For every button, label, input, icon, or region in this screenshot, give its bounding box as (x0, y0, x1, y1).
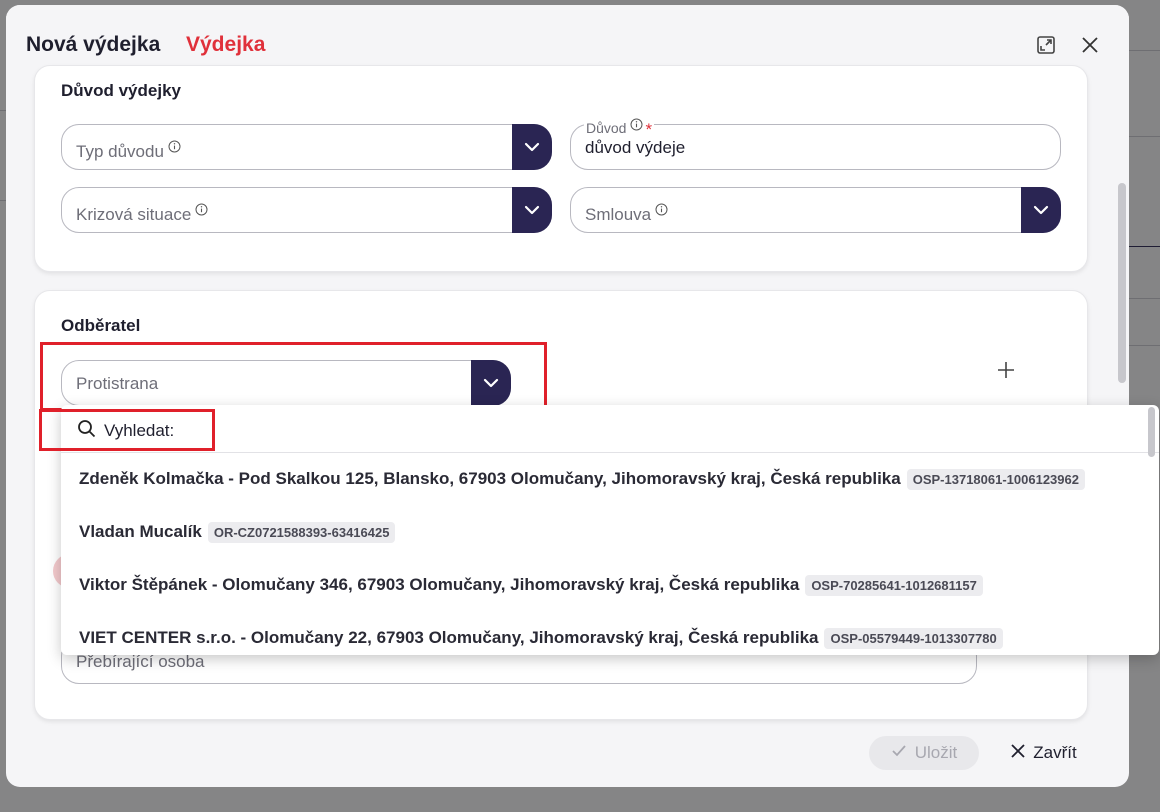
dropdown-option[interactable]: Zdeněk Kolmačka - Pod Skalkou 125, Blans… (79, 464, 1085, 494)
search-label: Vyhledat: (104, 421, 175, 440)
info-icon (195, 201, 208, 221)
chevron-down-icon[interactable] (1021, 187, 1061, 233)
chevron-down-icon[interactable] (512, 187, 552, 233)
reason-label: Důvod (586, 120, 627, 136)
close-icon (1011, 743, 1025, 763)
dropdown-search[interactable]: Vyhledat: (77, 419, 174, 443)
new-issue-modal: Nová výdejka Výdejka Důvod výdejky Typ d… (6, 5, 1129, 787)
recipient-section-title: Odběratel (61, 316, 141, 335)
option-code: OSP-13718061-1006123962 (906, 468, 1085, 490)
option-name: VIET CENTER s.r.o. - Olomučany 22, 67903… (79, 628, 819, 647)
close-button-label: Zavřít (1033, 743, 1077, 762)
dropdown-scrollbar[interactable] (1148, 407, 1155, 457)
close-button[interactable]: Zavřít (999, 736, 1089, 770)
save-button[interactable]: Uložit (869, 736, 979, 770)
counterparty-placeholder: Protistrana (76, 374, 159, 393)
counterparty-dropdown: Vyhledat: Zdeněk Kolmačka - Pod Skalkou … (61, 405, 1159, 655)
required-asterisk: * (645, 120, 653, 139)
option-name: Vladan Mucalík (79, 522, 202, 541)
chevron-down-icon[interactable] (512, 124, 552, 170)
expand-icon[interactable] (1034, 33, 1058, 57)
dropdown-option[interactable]: Vladan Mucalík OR-CZ0721588393-63416425 (79, 517, 396, 547)
reason-card: Důvod výdejky Typ důvodu Důvod * důvod vý… (34, 65, 1088, 272)
modal-scrollbar[interactable] (1118, 183, 1126, 383)
dropdown-option[interactable]: Viktor Štěpánek - Olomučany 346, 67903 O… (79, 570, 983, 600)
add-counterparty-button[interactable] (992, 356, 1020, 384)
contract-placeholder: Smlouva (585, 205, 652, 224)
save-button-label: Uložit (914, 743, 958, 762)
reason-type-placeholder: Typ důvodu (76, 142, 164, 161)
info-icon (630, 118, 643, 134)
receiver-placeholder: Přebírající osoba (76, 652, 205, 671)
crisis-placeholder: Krizová situace (76, 205, 192, 224)
reason-type-select[interactable]: Typ důvodu (61, 124, 552, 170)
option-name: Viktor Štěpánek - Olomučany 346, 67903 O… (79, 575, 800, 594)
check-icon (891, 743, 907, 763)
option-code: OSP-05579449-1013307780 (824, 627, 1003, 649)
info-icon (655, 201, 668, 221)
contract-select[interactable]: Smlouva (570, 187, 1061, 233)
reason-value: důvod výdeje (585, 138, 686, 157)
close-icon[interactable] (1078, 33, 1102, 57)
chevron-down-icon[interactable] (471, 360, 511, 406)
reason-input[interactable]: Důvod * důvod výdeje (570, 118, 1061, 170)
option-name: Zdeněk Kolmačka - Pod Skalkou 125, Blans… (79, 469, 901, 488)
crisis-situation-select[interactable]: Krizová situace (61, 187, 552, 233)
option-code: OR-CZ0721588393-63416425 (207, 521, 396, 543)
option-code: OSP-70285641-1012681157 (805, 574, 983, 596)
reason-section-title: Důvod výdejky (61, 81, 181, 100)
search-icon (77, 419, 96, 443)
dropdown-separator (61, 452, 1159, 453)
counterparty-select[interactable]: Protistrana (61, 360, 511, 406)
info-icon (168, 138, 181, 158)
dropdown-option[interactable]: VIET CENTER s.r.o. - Olomučany 22, 67903… (79, 623, 1003, 653)
modal-title: Nová výdejka (26, 33, 161, 56)
modal-subtitle: Výdejka (186, 33, 266, 56)
